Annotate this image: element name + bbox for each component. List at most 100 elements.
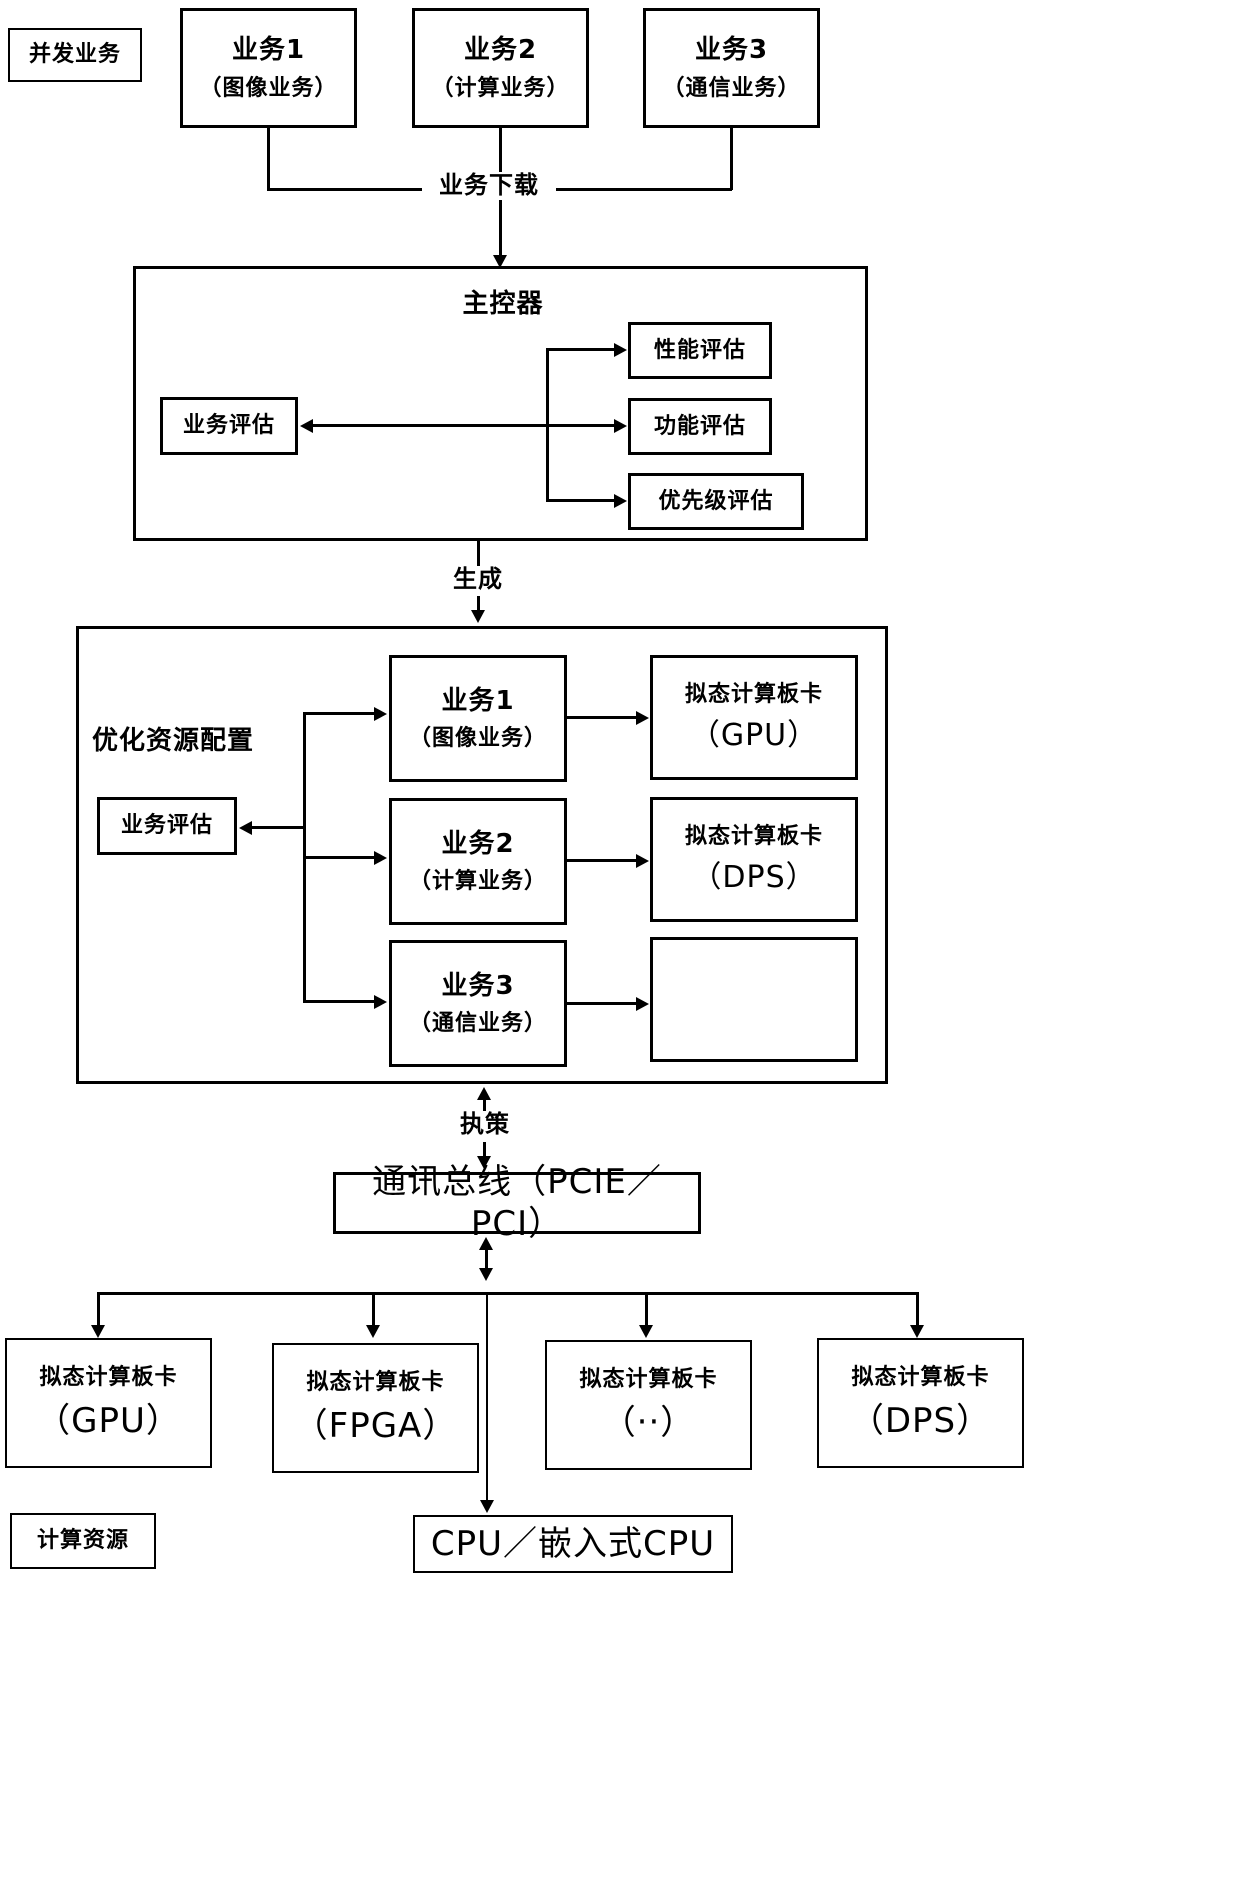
- compute-fanout-rail: [97, 1292, 919, 1295]
- service-download-bus-left: [267, 188, 422, 191]
- policy-label: 执策: [450, 1111, 520, 1137]
- performance-eval-label: 性能评估: [653, 337, 746, 363]
- optimizer-board-box-2-title: 拟态计算板卡: [684, 824, 823, 849]
- compute-board-gpu-type: （GPU）: [36, 1400, 181, 1441]
- main-controller-title: 主控器: [448, 290, 558, 319]
- main-controller-service-eval-label: 业务评估: [182, 413, 275, 439]
- optimizer-service-1-to-board-1-line: [567, 716, 637, 719]
- service-download-label: 业务下载: [424, 172, 554, 198]
- compute-drop-4: [916, 1292, 919, 1328]
- compute-drop-1: [97, 1292, 100, 1328]
- optimizer-service-box-2-title: 业务2: [441, 828, 515, 859]
- optimizer-branch-1: [303, 712, 375, 715]
- compute-board-fpga-title: 拟态计算板卡: [306, 1370, 445, 1395]
- service-download-to-controller-line: [499, 200, 502, 258]
- communication-bus-box: 通讯总线（PCIE／PCI）: [333, 1162, 701, 1244]
- service-box-1-subtitle: （图像业务）: [199, 75, 338, 101]
- cpu-box-label: CPU／嵌入式CPU: [430, 1523, 716, 1564]
- generate-arrowhead: [471, 610, 485, 623]
- service-box-1: 业务1 （图像业务）: [180, 8, 357, 128]
- cpu-drop-arrowhead: [480, 1500, 494, 1513]
- function-eval-label: 功能评估: [653, 413, 746, 439]
- performance-eval-box: 性能评估: [628, 322, 772, 379]
- optimizer-service-box-1-subtitle: （图像业务）: [408, 726, 547, 751]
- compute-drop-2: [372, 1292, 375, 1328]
- compute-board-dps-type: （DPS）: [849, 1400, 992, 1441]
- optimizer-service-eval-label: 业务评估: [120, 813, 213, 839]
- diagram-canvas: 并发业务 业务1 （图像业务） 业务2 （计算业务） 业务3 （通信业务） 业务…: [0, 0, 1240, 1902]
- optimizer-service-1-to-board-1-arrowhead: [636, 711, 649, 725]
- optimizer-service-box-2-subtitle: （计算业务）: [408, 869, 547, 894]
- optimizer-board-box-1-type: （GPU）: [689, 717, 819, 753]
- optimizer-board-box-2-type: （DPS）: [691, 859, 817, 895]
- generate-line-upper: [477, 541, 480, 567]
- compute-drop-4-arrowhead: [910, 1325, 924, 1338]
- service-1-stem: [267, 128, 270, 190]
- optimizer-service-box-2: 业务2 （计算业务）: [389, 798, 567, 925]
- optimizer-branch-1-arrowhead: [374, 707, 387, 721]
- optimizer-board-box-2: 拟态计算板卡 （DPS）: [650, 797, 858, 922]
- service-box-3-subtitle: （通信业务）: [662, 75, 801, 101]
- optimizer-service-3-to-board-3-line: [567, 1002, 637, 1005]
- optimizer-board-box-3: [650, 937, 858, 1062]
- compute-board-dps-title: 拟态计算板卡: [851, 1365, 990, 1390]
- eval-branch-performance-arrowhead: [614, 343, 627, 357]
- legend-concurrent-services: 并发业务: [8, 28, 142, 82]
- compute-board-gpu-title: 拟态计算板卡: [39, 1365, 178, 1390]
- service-box-1-title: 业务1: [231, 35, 306, 65]
- optimizer-service-box-3-subtitle: （通信业务）: [408, 1011, 547, 1036]
- bus-fanout-arrowhead-down: [479, 1268, 493, 1281]
- optimizer-service-2-to-board-2-arrowhead: [636, 854, 649, 868]
- compute-drop-1-arrowhead: [91, 1325, 105, 1338]
- optimizer-feedback-line: [252, 826, 305, 829]
- compute-drop-3-arrowhead: [639, 1325, 653, 1338]
- service-3-stem: [730, 128, 733, 190]
- function-eval-box: 功能评估: [628, 398, 772, 455]
- compute-board-fpga: 拟态计算板卡 （FPGA）: [272, 1343, 479, 1473]
- compute-board-other-type: （‧‧）: [601, 1402, 696, 1443]
- legend-compute-resources-label: 计算资源: [36, 1528, 129, 1554]
- eval-branch-priority: [546, 499, 616, 502]
- optimizer-service-eval-box: 业务评估: [97, 797, 237, 855]
- generate-label: 生成: [443, 566, 513, 592]
- legend-compute-resources: 计算资源: [10, 1513, 156, 1569]
- compute-drop-3: [645, 1292, 648, 1328]
- service-box-2: 业务2 （计算业务）: [412, 8, 589, 128]
- optimizer-branch-2: [303, 856, 375, 859]
- optimizer-service-box-1-title: 业务1: [441, 685, 515, 716]
- compute-drop-2-arrowhead: [366, 1325, 380, 1338]
- optimizer-title: 优化资源配置: [88, 727, 258, 756]
- eval-feedback-arrowhead: [300, 419, 313, 433]
- optimizer-service-box-1: 业务1 （图像业务）: [389, 655, 567, 782]
- priority-eval-label: 优先级评估: [658, 488, 774, 514]
- eval-feedback-line: [313, 424, 618, 427]
- compute-board-gpu: 拟态计算板卡 （GPU）: [5, 1338, 212, 1468]
- optimizer-feedback-arrowhead: [239, 821, 252, 835]
- optimizer-service-3-to-board-3-arrowhead: [636, 997, 649, 1011]
- service-box-3-title: 业务3: [694, 35, 769, 65]
- eval-branch-performance: [546, 348, 616, 351]
- optimizer-board-box-1-title: 拟态计算板卡: [684, 682, 823, 707]
- legend-concurrent-services-label: 并发业务: [28, 42, 121, 68]
- service-box-3: 业务3 （通信业务）: [643, 8, 820, 128]
- compute-board-fpga-type: （FPGA）: [293, 1405, 458, 1446]
- compute-board-other: 拟态计算板卡 （‧‧）: [545, 1340, 752, 1470]
- compute-board-other-title: 拟态计算板卡: [579, 1367, 718, 1392]
- optimizer-branch-3-arrowhead: [374, 995, 387, 1009]
- optimizer-branch-2-arrowhead: [374, 851, 387, 865]
- service-box-2-title: 业务2: [463, 35, 538, 65]
- optimizer-service-box-3-title: 业务3: [441, 970, 515, 1001]
- optimizer-service-2-to-board-2-line: [567, 859, 637, 862]
- service-download-bus-right: [556, 188, 732, 191]
- cpu-box: CPU／嵌入式CPU: [413, 1515, 733, 1573]
- compute-board-dps: 拟态计算板卡 （DPS）: [817, 1338, 1024, 1468]
- cpu-drop-line: [486, 1292, 488, 1504]
- optimizer-board-box-1: 拟态计算板卡 （GPU）: [650, 655, 858, 780]
- main-controller-service-eval-box: 业务评估: [160, 397, 298, 455]
- communication-bus-label: 通讯总线（PCIE／PCI）: [372, 1161, 662, 1245]
- priority-eval-box: 优先级评估: [628, 473, 804, 530]
- optimizer-service-box-3: 业务3 （通信业务）: [389, 940, 567, 1067]
- service-box-2-subtitle: （计算业务）: [431, 75, 570, 101]
- eval-branch-priority-arrowhead: [614, 494, 627, 508]
- optimizer-branch-3: [303, 1000, 375, 1003]
